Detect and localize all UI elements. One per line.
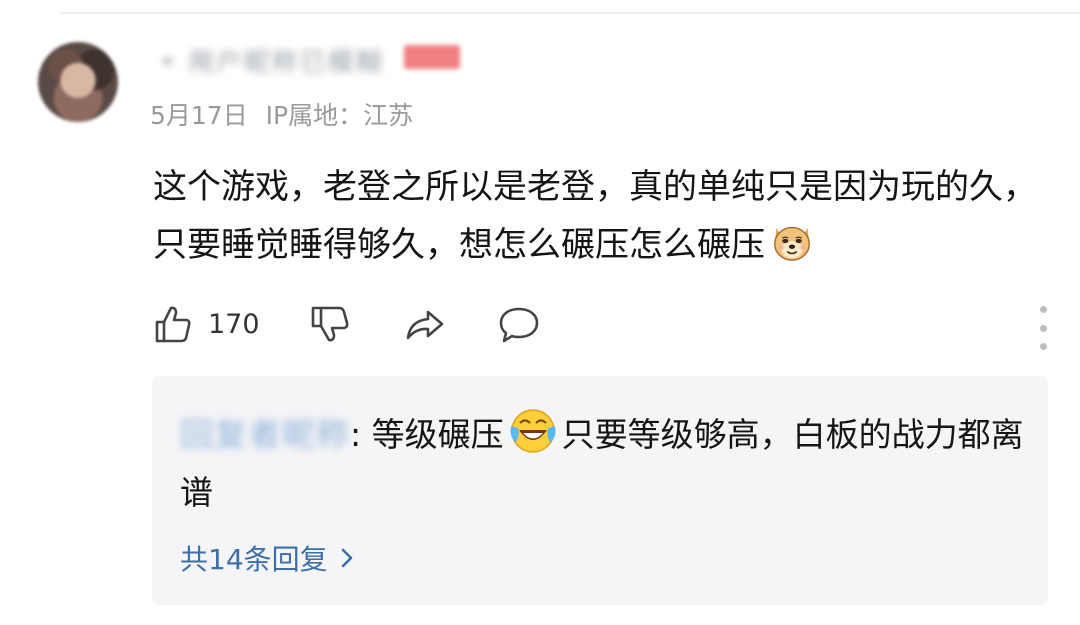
share-button[interactable] xyxy=(404,304,446,344)
thumbs-down-icon xyxy=(311,306,349,342)
like-count: 170 xyxy=(208,308,260,340)
reply-button[interactable] xyxy=(498,304,540,344)
reply-separator: : xyxy=(350,415,372,454)
thumbs-up-icon xyxy=(155,306,191,343)
like-button[interactable]: 170 xyxy=(154,304,260,344)
reply-preview[interactable]: 回复者昵称: 等级碾压 只要等级够高，白板的战力都离谱 共14条回复 xyxy=(152,376,1048,605)
comment-actions: 170 xyxy=(150,304,1050,354)
comment-text: 这个游戏，老登之所以是老登，真的单纯只是因为玩的久，只要睡觉睡得够久，想怎么碾压… xyxy=(153,167,1037,265)
reply-author-name[interactable]: 回复者昵称 xyxy=(180,406,350,464)
more-replies-label: 共14条回复 xyxy=(180,543,328,576)
laughing-crying-emoji xyxy=(510,409,556,453)
comment-author-name[interactable]: • 用户昵称已模糊 xyxy=(160,42,384,78)
view-more-replies-link[interactable]: 共14条回复 xyxy=(180,538,354,578)
more-vertical-icon[interactable] xyxy=(1038,306,1048,350)
comment-meta: 5月17日 IP属地：江苏 xyxy=(150,96,413,132)
comment-body: 这个游戏，老登之所以是老登，真的单纯只是因为玩的久，只要睡觉睡得够久，想怎么碾压… xyxy=(153,158,1053,274)
user-level-badge xyxy=(404,45,460,69)
avatar[interactable] xyxy=(38,42,118,122)
chevron-right-icon xyxy=(341,548,352,568)
doge-emoji xyxy=(774,226,810,261)
reply-text-part1: 等级碾压 xyxy=(371,415,504,454)
reply-body: 回复者昵称: 等级碾压 只要等级够高，白板的战力都离谱 xyxy=(180,406,1030,522)
comment-ip-location: IP属地：江苏 xyxy=(265,101,414,130)
dislike-button[interactable] xyxy=(310,304,350,344)
comment-date: 5月17日 xyxy=(150,101,248,130)
comment-icon xyxy=(499,307,539,343)
top-divider xyxy=(60,12,1080,14)
share-icon xyxy=(406,310,444,340)
